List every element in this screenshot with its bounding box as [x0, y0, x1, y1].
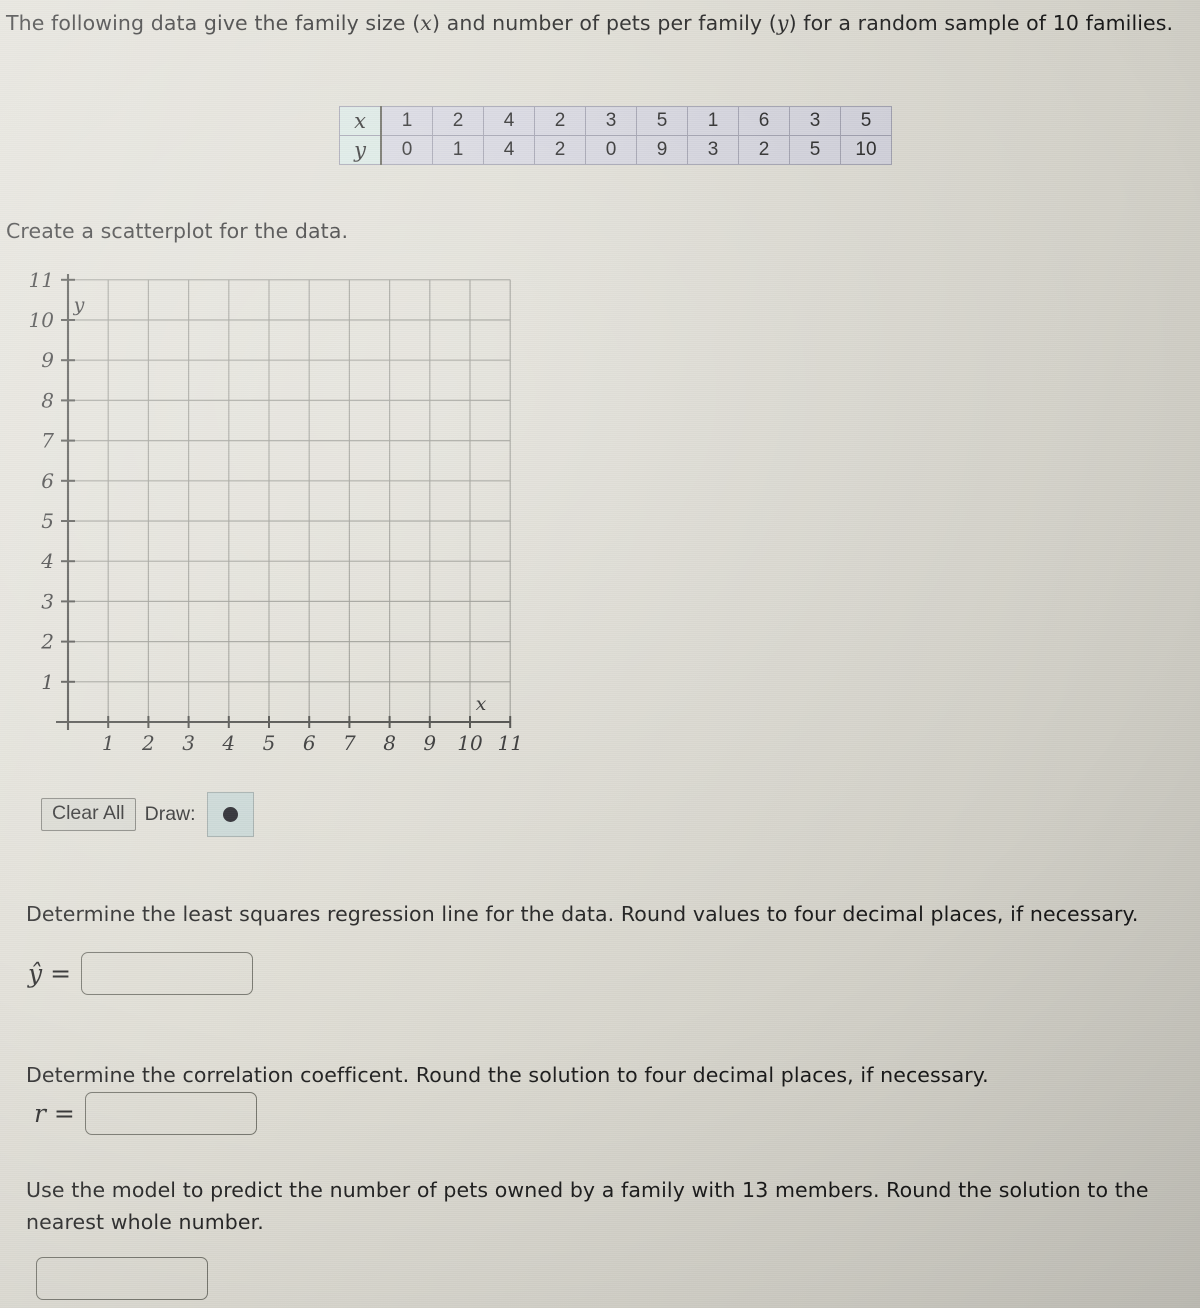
x-tick-label: 5 [263, 731, 276, 755]
x-axis-tick-labels: 1 2 3 4 5 6 7 8 9 10 11 [102, 731, 523, 755]
table-row-y: y 0 1 4 2 0 9 3 2 5 10 [339, 135, 892, 165]
regression-question-text: Determine the least squares regression l… [26, 902, 1139, 926]
table-cell-x-0: 1 [380, 106, 433, 136]
clear-all-button[interactable]: Clear All [41, 798, 136, 831]
x-tick-label: 9 [423, 731, 436, 755]
x-tick-label: 2 [141, 731, 155, 755]
correlation-answer-row: r = [34, 1092, 257, 1135]
scatterplot-canvas[interactable]: 1 2 3 4 5 6 7 8 9 10 11 1 2 3 4 5 6 7 8 9 10 11 x y [0, 262, 540, 762]
y-tick-label: 1 [41, 670, 54, 694]
table-cell-y-9: 10 [840, 135, 892, 165]
table-row-x: x 1 2 4 2 3 5 1 6 3 5 [339, 106, 892, 136]
table-cell-y-4: 0 [585, 135, 637, 165]
prediction-input[interactable] [36, 1257, 208, 1300]
x-tick-label: 11 [497, 731, 522, 755]
y-axis-tick-labels: 1 2 3 4 5 6 7 8 9 10 11 [29, 268, 55, 694]
table-cell-x-7: 6 [738, 106, 790, 136]
y-tick-label: 10 [29, 308, 55, 332]
table-cell-y-8: 5 [789, 135, 841, 165]
table-cell-x-1: 2 [432, 106, 484, 136]
table-cell-x-8: 3 [789, 106, 841, 136]
scatterplot-instruction: Create a scatterplot for the data. [6, 219, 349, 243]
y-tick-label: 8 [41, 388, 54, 412]
intro-text-part3: ) for a random sample of 10 families. [788, 11, 1174, 35]
y-tick-label: 5 [41, 509, 54, 533]
table-cell-x-9: 5 [840, 106, 892, 136]
table-cell-x-4: 3 [585, 106, 637, 136]
intro-var-x: x [420, 11, 432, 35]
x-tick-label: 7 [343, 731, 356, 755]
x-tick-label: 4 [221, 731, 235, 755]
y-tick-label: 11 [29, 268, 54, 292]
table-header-y: y [339, 135, 382, 165]
data-table: x 1 2 4 2 3 5 1 6 3 5 y 0 1 4 2 0 9 3 2 … [339, 106, 892, 165]
regression-equation-input[interactable] [81, 952, 254, 995]
y-tick-label: 2 [40, 630, 54, 654]
intro-var-y: y [776, 11, 789, 35]
correlation-question-text: Determine the correlation coefficent. Ro… [26, 1063, 989, 1087]
x-tick-label: 1 [102, 731, 115, 755]
prediction-question-text: Use the model to predict the number of p… [26, 1178, 1149, 1234]
x-axis-label: x [476, 693, 487, 715]
draw-label: Draw: [144, 803, 196, 825]
prediction-answer-row [36, 1257, 208, 1300]
y-axis-label: y [73, 294, 85, 316]
table-cell-y-2: 4 [483, 135, 535, 165]
table-cell-x-3: 2 [534, 106, 586, 136]
intro-text-part1: The following data give the family size … [6, 11, 421, 35]
x-tick-label: 6 [303, 731, 316, 755]
axis-lines [56, 274, 510, 730]
x-tick-label: 10 [457, 731, 483, 755]
scatterplot-svg[interactable]: 1 2 3 4 5 6 7 8 9 10 11 1234567891011 x y [0, 262, 540, 762]
table-header-x: x [339, 106, 382, 136]
correlation-coefficient-input[interactable] [84, 1092, 257, 1135]
grid-lines [68, 279, 511, 722]
table-cell-y-1: 1 [432, 135, 484, 165]
table-cell-y-5: 9 [636, 135, 688, 165]
draw-dot-tool-button[interactable] [206, 792, 254, 837]
table-cell-x-5: 5 [636, 106, 688, 136]
filled-dot-icon [222, 807, 238, 822]
regression-answer-row: ŷ = [28, 952, 254, 995]
y-tick-label: 7 [41, 429, 54, 453]
table-cell-y-3: 2 [534, 135, 586, 165]
x-tick-label: 3 [182, 731, 195, 755]
yhat-equals-label: ŷ = [28, 959, 72, 988]
y-tick-label: 9 [41, 348, 54, 372]
intro-problem-text: The following data give the family size … [6, 8, 1186, 40]
table-cell-y-7: 2 [738, 135, 790, 165]
table-cell-y-0: 0 [380, 135, 433, 165]
intro-text-part2: ) and number of pets per family ( [431, 11, 777, 35]
graph-toolbar: Clear All Draw: [41, 792, 254, 837]
x-tick-label: 8 [383, 731, 396, 755]
r-equals-label: r = [34, 1099, 75, 1128]
table-cell-x-6: 1 [687, 106, 739, 136]
y-tick-label: 4 [40, 549, 54, 573]
y-tick-label: 3 [41, 589, 54, 613]
table-cell-y-6: 3 [687, 135, 739, 165]
y-tick-label: 6 [41, 469, 54, 493]
table-cell-x-2: 4 [483, 106, 535, 136]
